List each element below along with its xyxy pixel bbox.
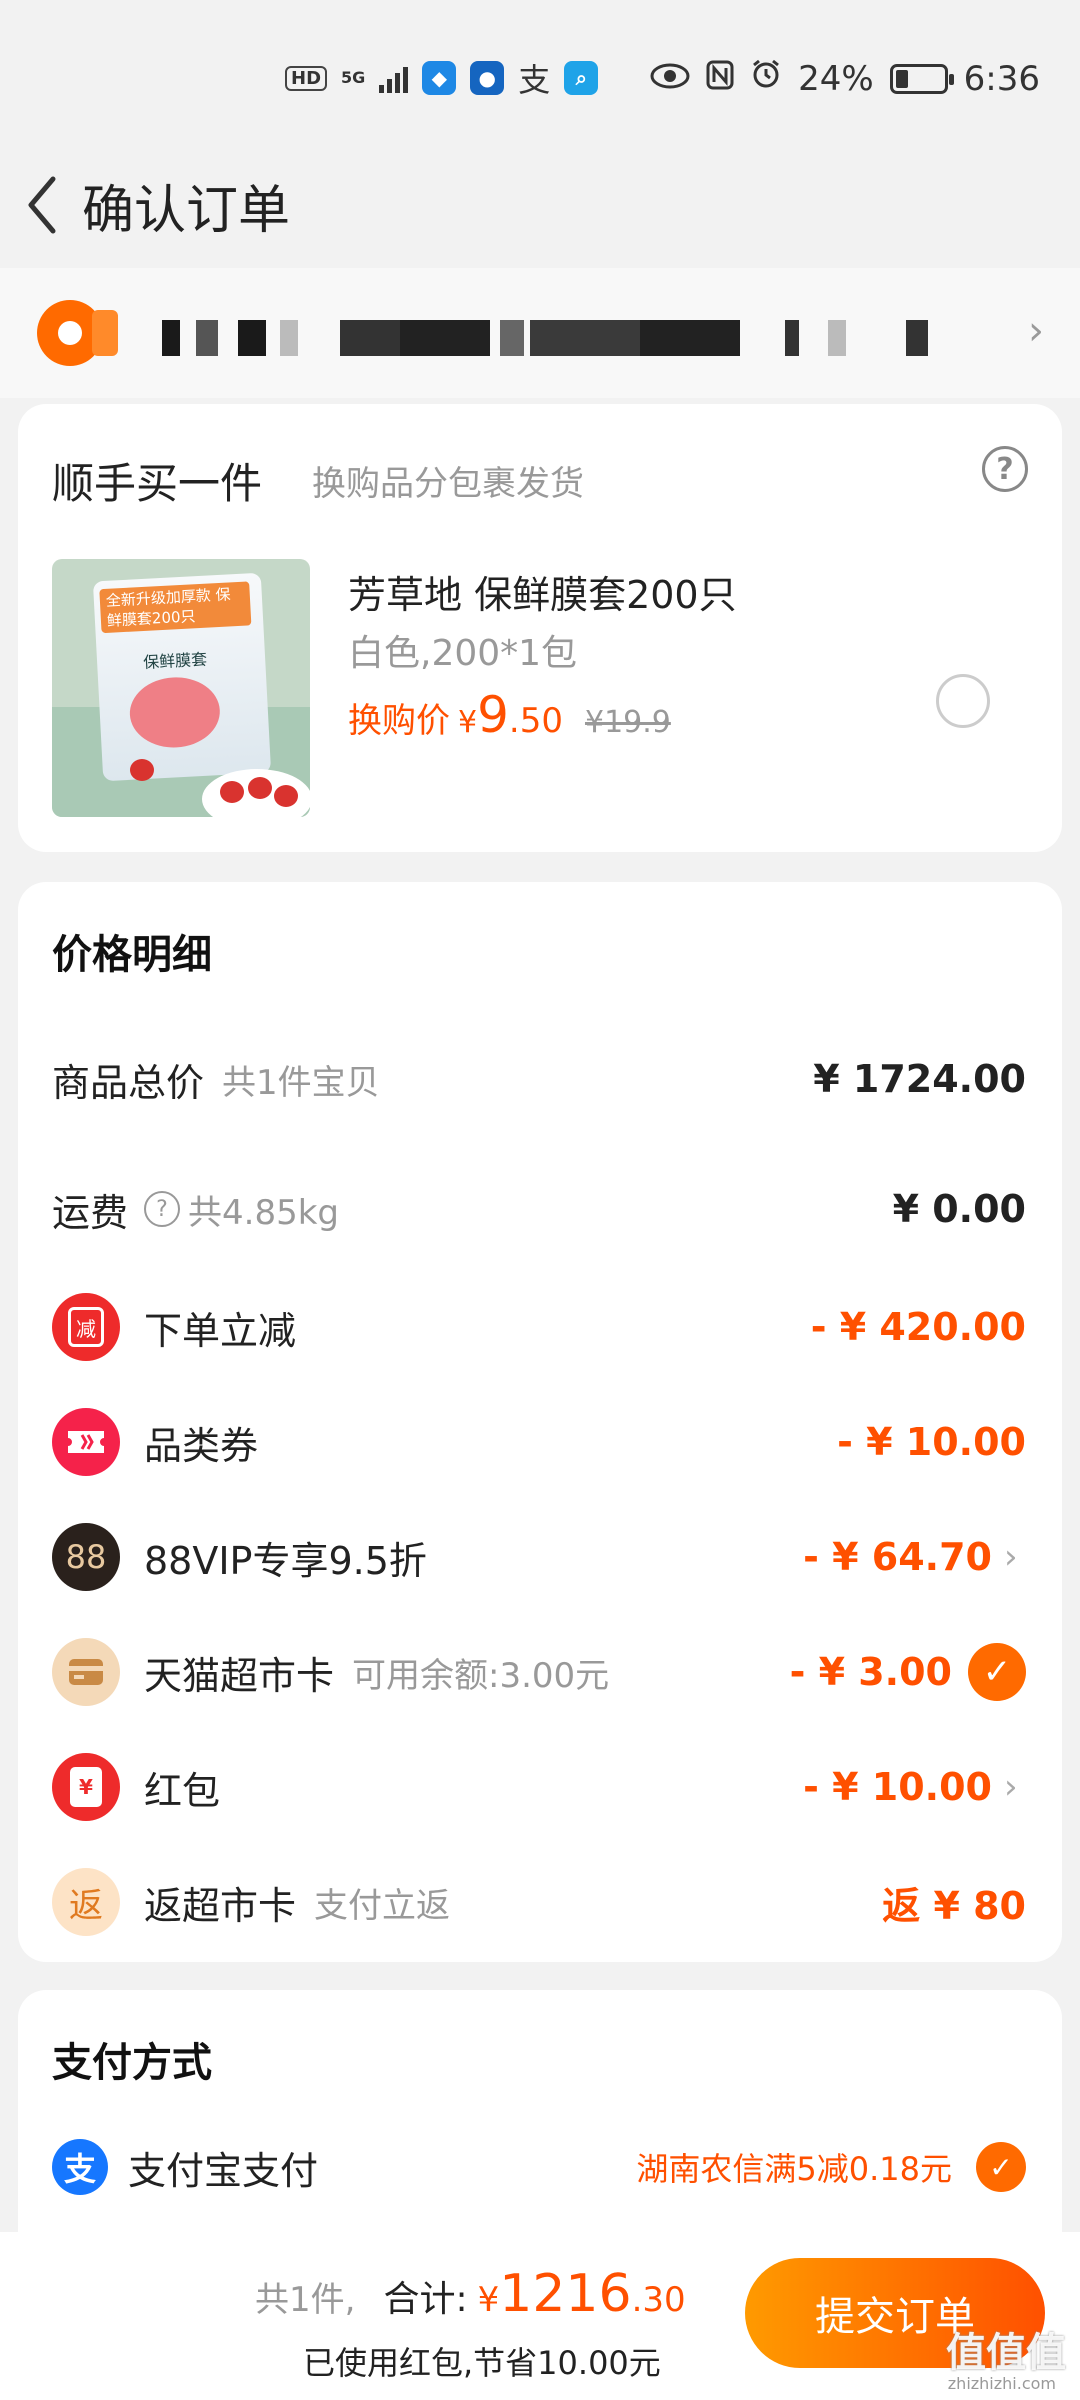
item-count: 共1件, bbox=[255, 2280, 356, 2320]
savings-text: 已使用红包,节省10.00元 bbox=[303, 2344, 661, 2382]
original-price: ¥19.9 bbox=[584, 705, 671, 740]
row-label: 商品总价 bbox=[52, 1060, 205, 1105]
category-coupon-row: 品类券 - ¥ 10.00 bbox=[52, 1402, 1026, 1482]
exchange-subtitle: 换购品分包裹发货 bbox=[312, 464, 584, 504]
payment-card: 支付方式 支 支付宝支付 湖南农信满5减0.18元 ✓ bbox=[18, 1990, 1062, 2232]
cashback-icon: 返 bbox=[52, 1868, 120, 1936]
status-right-icons: 24% 6:36 bbox=[650, 58, 1040, 99]
battery-icon bbox=[889, 63, 954, 94]
price-label: 换购价 bbox=[348, 701, 450, 741]
discount-icon: 减 bbox=[52, 1293, 120, 1361]
checkmark-icon[interactable]: ✓ bbox=[968, 1643, 1026, 1701]
supermarket-card-value: - ¥ 3.00 bbox=[789, 1650, 952, 1694]
price-detail-title: 价格明细 bbox=[52, 932, 212, 978]
hd-icon: HD bbox=[285, 65, 328, 91]
row-sub: 共1件宝贝 bbox=[222, 1062, 380, 1103]
exchange-title: 顺手买一件 bbox=[52, 459, 263, 508]
address-chevron-icon: › bbox=[1028, 308, 1044, 354]
category-coupon-value: - ¥ 10.00 bbox=[837, 1420, 1026, 1464]
total-currency: ¥ bbox=[477, 2280, 500, 2320]
nav-header: 确认订单 bbox=[0, 150, 1080, 260]
row-label: 天猫超市卡 bbox=[144, 1653, 335, 1698]
alipay-status-icon: 支 bbox=[518, 61, 551, 99]
card-icon bbox=[52, 1638, 120, 1706]
vip-discount-row[interactable]: 88 88VIP专享9.5折 - ¥ 64.70 › bbox=[52, 1517, 1026, 1597]
red-packet-icon: ¥ bbox=[52, 1753, 120, 1821]
exchange-card: 顺手买一件 换购品分包裹发货 ? 全新升级加厚款 保鲜膜套200只 保鲜膜套 芳… bbox=[18, 404, 1062, 852]
address-bar[interactable]: › bbox=[0, 268, 1080, 398]
cashback-value: 返 ¥ 80 bbox=[882, 1883, 1026, 1928]
cashback-row: 返 返超市卡 支付立返 返 ¥ 80 bbox=[52, 1862, 1026, 1942]
network-type-label: 5G bbox=[341, 68, 366, 87]
search-app-icon: ⌕ bbox=[564, 61, 599, 95]
bottom-bar: 共1件, 合计: ¥ 1216 .30 已使用红包,节省10.00元 提交订单 … bbox=[0, 2232, 1080, 2400]
row-label: 品类券 bbox=[144, 1423, 259, 1468]
bank-app-icon: ● bbox=[470, 61, 505, 95]
exchange-select-radio[interactable] bbox=[936, 674, 990, 728]
product-image[interactable]: 全新升级加厚款 保鲜膜套200只 保鲜膜套 bbox=[52, 559, 310, 817]
chevron-right-icon: › bbox=[1004, 1537, 1018, 1577]
subtotal-row: 商品总价 共1件宝贝 ¥ 1724.00 bbox=[52, 1039, 1026, 1119]
total-integer: 1216 bbox=[499, 2264, 632, 2324]
row-label: 下单立减 bbox=[144, 1308, 297, 1353]
signal-icon bbox=[379, 63, 409, 93]
alipay-icon: 支 bbox=[52, 2139, 108, 2195]
page-title: 确认订单 bbox=[82, 180, 291, 241]
shipping-row: 运费 ? 共4.85kg ¥ 0.00 bbox=[52, 1169, 1026, 1249]
back-button[interactable] bbox=[12, 165, 72, 245]
price-integer: 9 bbox=[477, 686, 509, 744]
row-label: 红包 bbox=[144, 1768, 221, 1813]
product-image-tag: 全新升级加厚款 保鲜膜套200只 bbox=[99, 581, 252, 634]
red-packet-row[interactable]: ¥ 红包 - ¥ 10.00 › bbox=[52, 1747, 1026, 1827]
shipping-value: ¥ 0.00 bbox=[892, 1187, 1026, 1231]
product-image-label: 保鲜膜套 bbox=[142, 649, 208, 672]
watermark-logo: 值值值 bbox=[946, 2330, 1066, 2376]
row-sub: 可用余额:3.00元 bbox=[352, 1655, 610, 1696]
question-icon[interactable]: ? bbox=[144, 1191, 181, 1227]
price-detail-card: 价格明细 商品总价 共1件宝贝 ¥ 1724.00 运费 ? 共4.85kg ¥… bbox=[18, 882, 1062, 1962]
location-pin-icon bbox=[37, 300, 118, 366]
subtotal-value: ¥ 1724.00 bbox=[813, 1057, 1026, 1101]
payment-title: 支付方式 bbox=[52, 2040, 212, 2086]
total-decimal: .30 bbox=[631, 2280, 686, 2320]
order-discount-row: 减 下单立减 - ¥ 420.00 bbox=[52, 1287, 1026, 1367]
row-label: 运费 bbox=[52, 1190, 129, 1235]
alarm-icon bbox=[750, 58, 782, 99]
nfc-icon bbox=[706, 59, 734, 99]
status-bar: HD 5G ◆ ● 支 ⌕ 24% 6:36 bbox=[0, 0, 1080, 150]
row-label: 88VIP专享9.5折 bbox=[144, 1538, 427, 1583]
chevron-right-icon: › bbox=[1004, 1767, 1018, 1807]
eye-icon bbox=[650, 59, 690, 99]
clock: 6:36 bbox=[963, 58, 1040, 99]
checkmark-icon[interactable]: ✓ bbox=[976, 2142, 1026, 2192]
payment-method-label: 支付宝支付 bbox=[128, 2148, 319, 2193]
product-price: 换购价 ¥ 9 .50 ¥19.9 bbox=[348, 686, 671, 744]
price-decimal: .50 bbox=[508, 701, 563, 741]
red-packet-icon-text: ¥ bbox=[70, 1767, 102, 1807]
discount-icon-text: 减 bbox=[68, 1307, 104, 1347]
alipay-option[interactable]: 支 支付宝支付 湖南农信满5减0.18元 ✓ bbox=[52, 2132, 1026, 2202]
chevron-left-icon bbox=[28, 176, 56, 234]
payment-promo: 湖南农信满5减0.18元 bbox=[636, 2150, 952, 2188]
row-sub: 支付立返 bbox=[314, 1885, 451, 1926]
watermark-url: zhizhizhi.com bbox=[947, 2374, 1056, 2393]
status-left-icons: HD 5G ◆ ● 支 ⌕ bbox=[285, 55, 599, 101]
order-discount-value: - ¥ 420.00 bbox=[810, 1305, 1026, 1349]
coupon-icon bbox=[52, 1408, 120, 1476]
product-spec: 白色,200*1包 bbox=[348, 633, 578, 674]
vip-88-icon: 88 bbox=[52, 1523, 120, 1591]
price-currency: ¥ bbox=[458, 705, 478, 740]
row-label: 返超市卡 bbox=[144, 1883, 297, 1928]
help-icon[interactable]: ? bbox=[982, 446, 1028, 492]
battery-percent: 24% bbox=[798, 58, 874, 99]
order-total: 共1件, 合计: ¥ 1216 .30 bbox=[255, 2264, 686, 2324]
shield-icon: ◆ bbox=[422, 61, 457, 95]
vip-discount-value: - ¥ 64.70 bbox=[803, 1535, 992, 1579]
total-label: 合计: bbox=[383, 2279, 468, 2320]
supermarket-card-row[interactable]: 天猫超市卡 可用余额:3.00元 - ¥ 3.00 ✓ bbox=[52, 1632, 1026, 1712]
red-packet-value: - ¥ 10.00 bbox=[803, 1765, 992, 1809]
product-name: 芳草地 保鲜膜套200只 bbox=[348, 573, 737, 617]
row-sub: 共4.85kg bbox=[188, 1192, 339, 1233]
